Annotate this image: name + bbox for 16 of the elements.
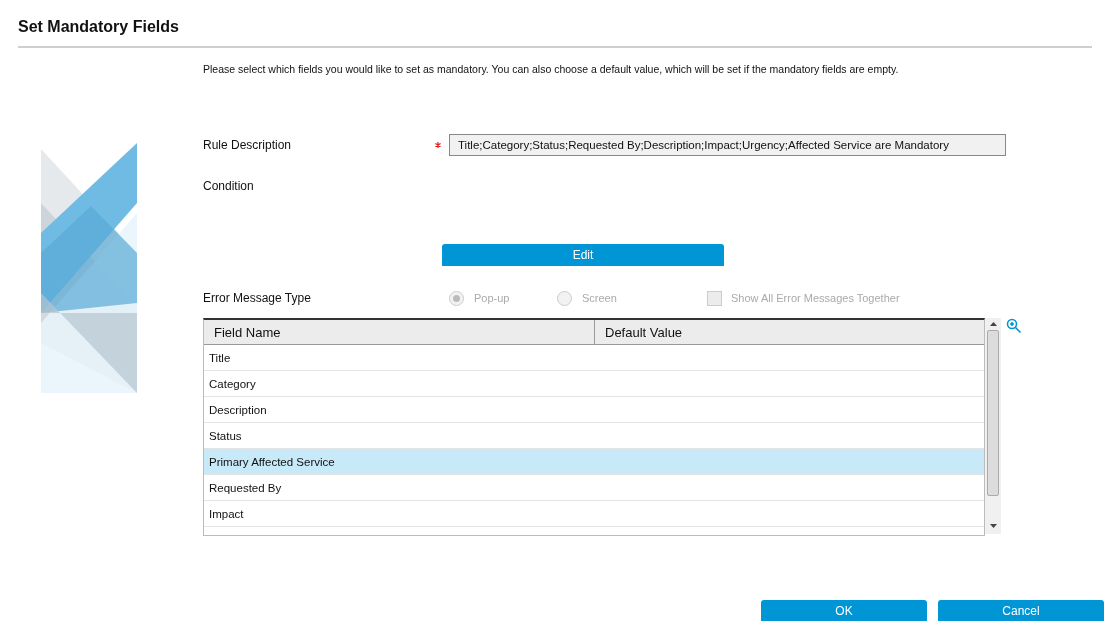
checkbox-label: Show All Error Messages Together <box>731 290 900 306</box>
zoom-in-icon[interactable] <box>1006 318 1022 334</box>
instructions-text: Please select which fields you would like to set as mandatory. You can also choose a default value, which will be set if the mandatory fields are empty. <box>203 62 900 76</box>
scrollbar[interactable] <box>985 318 1001 534</box>
table-row[interactable]: Primary Affected Service <box>204 449 984 475</box>
scroll-up-icon[interactable] <box>989 322 997 326</box>
radio-label: Pop-up <box>474 290 510 306</box>
field-label: Rule Description <box>203 137 293 154</box>
scroll-down-icon[interactable] <box>989 524 997 528</box>
column-header[interactable]: Default Value <box>595 320 984 344</box>
column-header[interactable]: Field Name <box>204 320 595 344</box>
rule-description-field[interactable]: Title;Category;Status;Requested By;Description;Impact;Urgency;Affected Service are Mandatory <box>449 134 1006 156</box>
radio-label: Screen <box>582 290 617 306</box>
dialog-title: Set Mandatory Fields <box>18 17 180 37</box>
field-label: Condition <box>203 179 254 193</box>
field-label: Error Message Type <box>203 290 312 307</box>
